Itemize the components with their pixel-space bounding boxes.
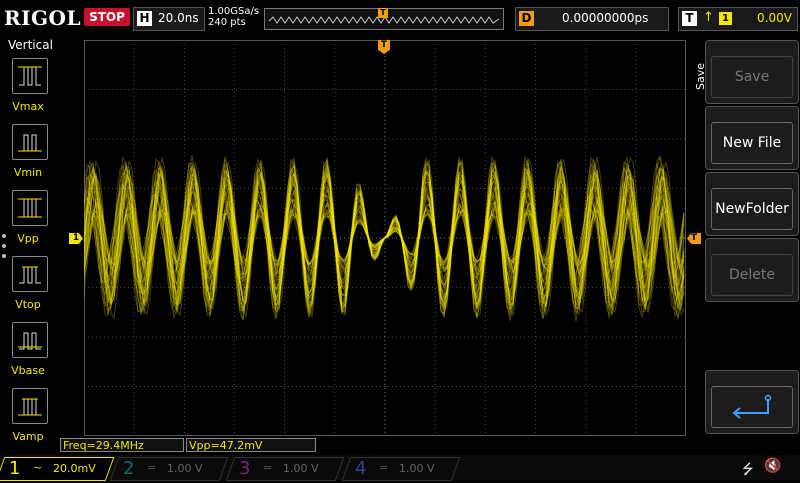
- acquisition-info: 1.00GSa/s 240 pts: [208, 6, 259, 28]
- freq-result[interactable]: Freq=29.4MHz: [60, 438, 184, 452]
- dc-coupling-icon: =: [147, 461, 157, 474]
- dc-coupling-icon: =: [379, 461, 389, 474]
- return-arrow-icon: [732, 394, 772, 419]
- save-button[interactable]: Save: [705, 40, 799, 104]
- top-status-bar: RIGOL STOP H 20.0ns 1.00GSa/s 240 pts T …: [0, 0, 800, 34]
- measure-vpp-label: Vpp: [17, 232, 39, 245]
- vbase-icon: [18, 332, 42, 350]
- waveform-grid: [83, 40, 686, 436]
- rising-edge-icon: ↑: [703, 10, 714, 25]
- ac-coupling-icon: ~: [33, 461, 43, 474]
- vtop-icon: [19, 266, 41, 284]
- ch3-number: 3: [239, 458, 251, 479]
- save-button-label: Save: [711, 56, 793, 98]
- ch3-scale: 1.00 V: [283, 462, 319, 475]
- trigger-box[interactable]: T ↑ 1 0.00V: [678, 7, 798, 31]
- back-button[interactable]: [705, 370, 799, 434]
- measure-category-title: Vertical: [8, 38, 53, 52]
- measure-vpp-button[interactable]: [12, 190, 48, 226]
- measure-vmin-button[interactable]: [12, 124, 48, 160]
- ch4-number: 4: [355, 458, 367, 479]
- ch2-scale: 1.00 V: [167, 462, 203, 475]
- ch1-trace: [83, 192, 685, 283]
- ch1-tab[interactable]: 1 ~ 20.0mV: [0, 457, 115, 481]
- vmax-icon: [18, 66, 42, 86]
- vpp-icon: [18, 198, 42, 218]
- timebase-value: 20.0ns: [158, 11, 199, 25]
- horizontal-timebase[interactable]: H 20.0ns: [133, 7, 205, 31]
- measure-vamp-label: Vamp: [12, 430, 44, 443]
- measure-vtop-button[interactable]: [12, 256, 48, 292]
- horizontal-key: H: [137, 11, 152, 26]
- channel-bar: 1 ~ 20.0mV 2 = 1.00 V 3 = 1.00 V 4 = 1.0…: [0, 455, 800, 481]
- brand-logo: RIGOL: [4, 6, 82, 30]
- measure-vbase-button[interactable]: [12, 322, 48, 358]
- ch1-offset-marker[interactable]: 1: [69, 233, 83, 244]
- measure-vamp-button[interactable]: [12, 388, 48, 424]
- vpp-result[interactable]: Vpp=47.2mV: [186, 438, 316, 452]
- ch4-scale: 1.00 V: [399, 462, 435, 475]
- new-file-button[interactable]: New File: [705, 106, 799, 170]
- trigger-key: T: [682, 11, 697, 26]
- ch3-tab[interactable]: 3 = 1.00 V: [225, 457, 345, 481]
- measure-panel: Vertical Vmax Vmin Vpp Vtop Vbase Vamp: [0, 36, 56, 443]
- ch1-waveform: [83, 155, 685, 322]
- softkey-menu: Save Save New File NewFolder Delete: [694, 40, 800, 440]
- memory-depth: 240 pts: [208, 17, 246, 28]
- vmin-icon: [18, 134, 42, 152]
- trigger-position-marker: T: [378, 8, 388, 18]
- delay-value: 0.00000000ps: [562, 11, 649, 25]
- new-file-button-label: New File: [711, 122, 793, 164]
- sample-rate: 1.00GSa/s: [208, 6, 260, 17]
- measure-vmin-label: Vmin: [13, 166, 43, 179]
- usb-icon: ⭍: [742, 462, 754, 478]
- measure-vtop-label: Vtop: [15, 298, 41, 311]
- run-stop-indicator[interactable]: STOP: [84, 8, 130, 26]
- speaker-muted-icon: 🔇: [764, 458, 782, 474]
- new-folder-button[interactable]: NewFolder: [705, 172, 799, 236]
- delete-button-label: Delete: [711, 254, 793, 296]
- dc-coupling-icon: =: [263, 461, 273, 474]
- vamp-icon: [18, 398, 42, 416]
- ch2-tab[interactable]: 2 = 1.00 V: [109, 457, 229, 481]
- ch2-number: 2: [123, 458, 135, 479]
- trigger-source: 1: [719, 12, 732, 25]
- ch1-number: 1: [9, 458, 21, 479]
- measure-vmax-label: Vmax: [12, 100, 44, 113]
- ch4-tab[interactable]: 4 = 1.00 V: [341, 457, 461, 481]
- measurement-results: Freq=29.4MHz Vpp=47.2mV: [60, 438, 316, 452]
- waveform-display[interactable]: [83, 40, 686, 436]
- ch1-scale: 20.0mV: [53, 462, 96, 475]
- delay-box[interactable]: D 0.00000000ps: [515, 7, 669, 31]
- delay-key: D: [519, 11, 534, 26]
- measure-vbase-label: Vbase: [11, 364, 45, 377]
- trigger-level-marker[interactable]: T: [687, 233, 701, 244]
- trigger-level-value: 0.00V: [757, 11, 792, 25]
- measure-vmax-button[interactable]: [12, 58, 48, 94]
- memory-position-bar[interactable]: T: [264, 8, 504, 30]
- delete-button[interactable]: Delete: [705, 238, 799, 302]
- new-folder-button-label: NewFolder: [711, 188, 793, 230]
